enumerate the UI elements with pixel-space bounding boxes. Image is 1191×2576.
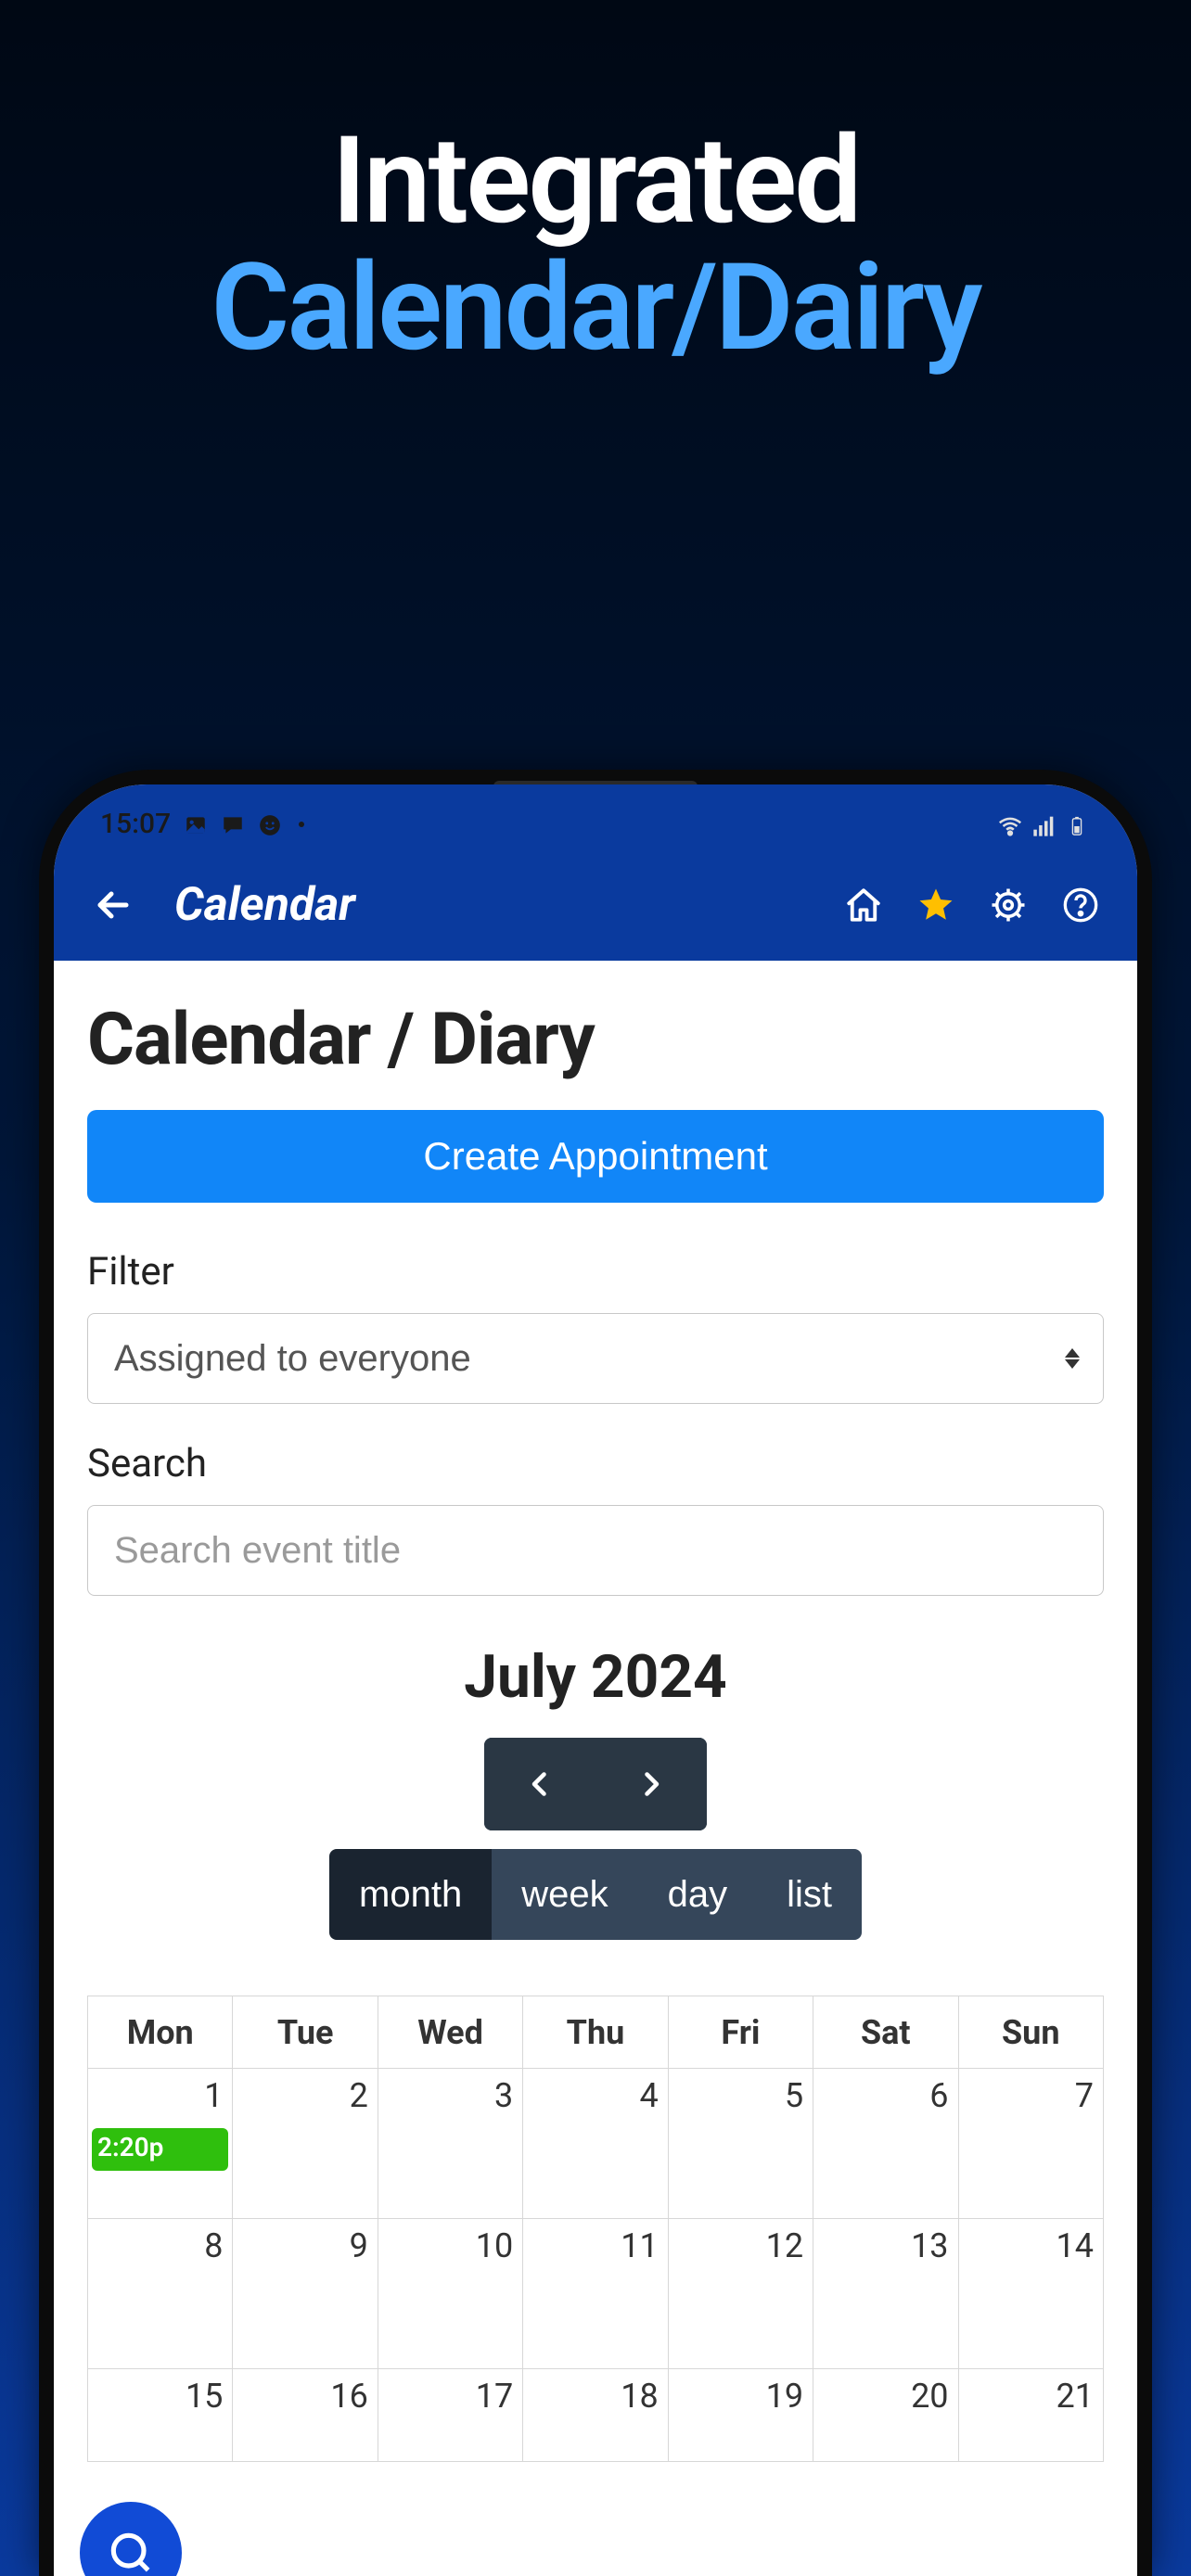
cal-day-num: 7 bbox=[1075, 2076, 1094, 2115]
view-day-button[interactable]: day bbox=[638, 1849, 758, 1940]
status-left: 15:07 bbox=[100, 808, 304, 840]
cal-cell[interactable]: 17 bbox=[378, 2369, 523, 2462]
cal-day-num: 5 bbox=[785, 2076, 803, 2115]
appbar-title: Calendar bbox=[174, 878, 355, 932]
cal-head-sun: Sun bbox=[959, 1996, 1103, 2069]
cal-head-tue: Tue bbox=[233, 1996, 378, 2069]
battery-icon bbox=[1067, 812, 1091, 836]
cal-cell[interactable]: 6 bbox=[813, 2069, 958, 2219]
status-bar: 15:07 bbox=[54, 784, 1137, 849]
app-bar: Calendar bbox=[54, 849, 1137, 961]
cal-day-num: 19 bbox=[766, 2377, 803, 2416]
filter-select-wrap: Assigned to everyone bbox=[87, 1313, 1104, 1404]
cal-day-num: 3 bbox=[494, 2076, 513, 2115]
cal-cell[interactable]: 7 bbox=[959, 2069, 1103, 2219]
phone-screen: 15:07 bbox=[54, 784, 1137, 2576]
cal-day-num: 9 bbox=[350, 2226, 368, 2265]
star-icon[interactable] bbox=[916, 886, 955, 925]
view-toggle: month week day list bbox=[87, 1849, 1104, 1940]
cal-day-num: 17 bbox=[476, 2377, 513, 2416]
cal-day-num: 16 bbox=[330, 2377, 367, 2416]
cal-head-wed: Wed bbox=[378, 1996, 523, 2069]
view-week-button[interactable]: week bbox=[492, 1849, 637, 1940]
cal-cell[interactable]: 8 bbox=[88, 2219, 233, 2369]
cal-head-sat: Sat bbox=[813, 1996, 958, 2069]
cal-day-num: 13 bbox=[911, 2226, 948, 2265]
search-label: Search bbox=[87, 1441, 1104, 1486]
search-input[interactable] bbox=[87, 1505, 1104, 1596]
filter-label: Filter bbox=[87, 1249, 1104, 1294]
gear-icon[interactable] bbox=[989, 886, 1028, 925]
prev-month-button[interactable] bbox=[484, 1738, 596, 1830]
status-time: 15:07 bbox=[100, 808, 171, 840]
cal-cell[interactable]: 10 bbox=[378, 2219, 523, 2369]
event-chip[interactable]: 2:20p bbox=[92, 2128, 228, 2171]
smile-icon bbox=[258, 812, 282, 836]
phone-frame: 15:07 bbox=[39, 770, 1152, 2576]
next-month-button[interactable] bbox=[596, 1738, 707, 1830]
cal-day-num: 1 bbox=[204, 2076, 223, 2115]
chat-icon bbox=[221, 812, 245, 836]
cal-cell[interactable]: 20 bbox=[813, 2369, 958, 2462]
home-icon[interactable] bbox=[844, 886, 883, 925]
cal-day-num: 8 bbox=[204, 2226, 223, 2265]
cal-cell[interactable]: 16 bbox=[233, 2369, 378, 2462]
wifi-icon bbox=[996, 812, 1020, 836]
cal-cell[interactable]: 18 bbox=[523, 2369, 668, 2462]
cal-cell[interactable]: 14 bbox=[959, 2219, 1103, 2369]
cal-day-num: 18 bbox=[621, 2377, 658, 2416]
status-dot-icon bbox=[299, 822, 304, 827]
status-right bbox=[996, 812, 1091, 836]
cal-day-num: 6 bbox=[929, 2076, 948, 2115]
cal-day-num: 15 bbox=[186, 2377, 223, 2416]
cal-cell[interactable]: 12 bbox=[669, 2219, 813, 2369]
cal-day-num: 21 bbox=[1056, 2377, 1093, 2416]
appbar-title-wrap: Calendar bbox=[174, 878, 355, 932]
promo-heading: Integrated Calendar/Dairy bbox=[0, 121, 1191, 374]
content: Calendar / Diary Create Appointment Filt… bbox=[54, 961, 1137, 2576]
calendar-row: 1 2:20p 2 3 4 5 6 7 bbox=[88, 2069, 1103, 2219]
view-list-button[interactable]: list bbox=[757, 1849, 862, 1940]
cal-cell[interactable]: 3 bbox=[378, 2069, 523, 2219]
cal-day-num: 20 bbox=[911, 2377, 948, 2416]
cal-head-mon: Mon bbox=[88, 1996, 233, 2069]
cal-head-fri: Fri bbox=[669, 1996, 813, 2069]
calendar-row: 15 16 17 18 19 20 21 bbox=[88, 2369, 1103, 2462]
cal-cell[interactable]: 9 bbox=[233, 2219, 378, 2369]
promo-line-1: Integrated bbox=[0, 121, 1191, 241]
cal-cell[interactable]: 15 bbox=[88, 2369, 233, 2462]
cal-cell[interactable]: 4 bbox=[523, 2069, 668, 2219]
cal-day-num: 14 bbox=[1056, 2226, 1093, 2265]
cal-cell[interactable]: 5 bbox=[669, 2069, 813, 2219]
cal-day-num: 4 bbox=[639, 2076, 658, 2115]
back-button[interactable] bbox=[91, 883, 147, 927]
cal-cell[interactable]: 21 bbox=[959, 2369, 1103, 2462]
help-icon[interactable] bbox=[1061, 886, 1100, 925]
cal-cell[interactable]: 2 bbox=[233, 2069, 378, 2219]
cal-cell[interactable]: 11 bbox=[523, 2219, 668, 2369]
cal-cell[interactable]: 1 2:20p bbox=[88, 2069, 233, 2219]
page-title: Calendar / Diary bbox=[87, 998, 1104, 1082]
month-nav bbox=[87, 1738, 1104, 1830]
promo-line-2: Calendar/Dairy bbox=[0, 241, 1191, 374]
calendar-grid: Mon Tue Wed Thu Fri Sat Sun 1 2:20p 2 3 … bbox=[87, 1996, 1104, 2462]
cal-cell[interactable]: 19 bbox=[669, 2369, 813, 2462]
cal-head-thu: Thu bbox=[523, 1996, 668, 2069]
calendar-header-row: Mon Tue Wed Thu Fri Sat Sun bbox=[88, 1996, 1103, 2069]
cal-day-num: 10 bbox=[476, 2226, 513, 2265]
select-caret-icon bbox=[1065, 1348, 1080, 1369]
appbar-actions bbox=[844, 886, 1100, 925]
cal-day-num: 12 bbox=[766, 2226, 803, 2265]
image-icon bbox=[184, 812, 208, 836]
calendar-row: 8 9 10 11 12 13 14 bbox=[88, 2219, 1103, 2369]
month-label: July 2024 bbox=[87, 1642, 1104, 1712]
cal-cell[interactable]: 13 bbox=[813, 2219, 958, 2369]
filter-select[interactable]: Assigned to everyone bbox=[87, 1313, 1104, 1404]
view-month-button[interactable]: month bbox=[329, 1849, 492, 1940]
cal-day-num: 11 bbox=[621, 2226, 658, 2265]
signal-icon bbox=[1031, 812, 1056, 836]
create-appointment-button[interactable]: Create Appointment bbox=[87, 1110, 1104, 1203]
fab-button[interactable] bbox=[80, 2502, 182, 2576]
cal-day-num: 2 bbox=[350, 2076, 368, 2115]
